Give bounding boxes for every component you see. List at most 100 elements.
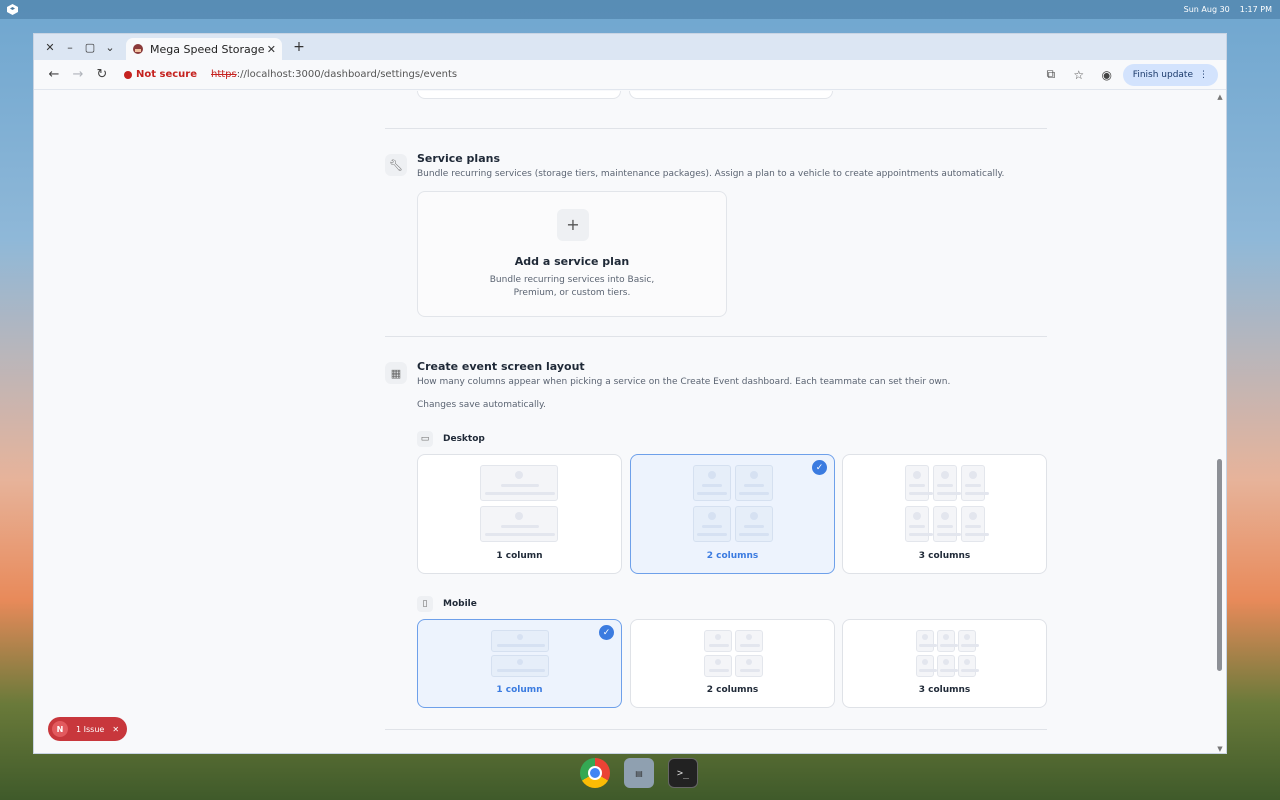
- section-divider: [385, 128, 1047, 129]
- option-label: 1 column: [496, 685, 543, 695]
- tab-title: Mega Speed Storage: [150, 42, 265, 56]
- finish-update-label: Finish update: [1132, 69, 1193, 80]
- issues-badge[interactable]: N 1 Issue ✕: [48, 717, 127, 741]
- minimize-window-icon[interactable]: –: [60, 37, 80, 57]
- add-service-plan-description: Bundle recurring services into Basic, Pr…: [418, 274, 726, 300]
- option-label: 3 columns: [918, 551, 971, 561]
- previous-card[interactable]: [629, 91, 833, 99]
- preview-card: [937, 655, 958, 677]
- taskbar-dock: ▤ >_: [580, 758, 698, 788]
- preview-card: [735, 655, 763, 677]
- scroll-down-icon[interactable]: ▼: [1216, 745, 1224, 753]
- autosave-note: Changes save automatically.: [417, 400, 546, 410]
- preview-card: [735, 465, 773, 501]
- file-manager-app-icon[interactable]: ▤: [624, 758, 654, 788]
- preview-card: [916, 630, 937, 652]
- maximize-window-icon[interactable]: ▢: [80, 37, 100, 57]
- layout-section-title: Create event screen layout: [417, 360, 585, 373]
- address-bar[interactable]: Not secure https://localhost:3000/dashbo…: [120, 63, 1041, 87]
- preview-card: [916, 655, 937, 677]
- page-viewport: 🔧︎ Service plans Bundle recurring servic…: [34, 91, 1226, 753]
- browser-window: ✕ – ▢ ⌄ Mega Speed Storage ✕ + ← → ↻ Not…: [33, 33, 1227, 754]
- close-window-icon[interactable]: ✕: [40, 37, 60, 57]
- system-date: Sun Aug 30: [1183, 5, 1230, 14]
- mobile-option-1-column[interactable]: ✓ 1 column: [417, 619, 622, 708]
- warning-icon: [124, 70, 132, 79]
- preview-card: [693, 465, 731, 501]
- desktop-option-3-columns[interactable]: 3 columns: [842, 454, 1047, 574]
- preview-card: [961, 465, 989, 501]
- option-label: 3 columns: [918, 685, 971, 695]
- checkmark-icon: ✓: [812, 460, 827, 475]
- desktop-group-label: ▭ Desktop: [417, 431, 485, 447]
- browser-toolbar: ← → ↻ Not secure https://localhost:3000/…: [34, 60, 1226, 90]
- install-app-icon[interactable]: ⧉: [1041, 65, 1061, 85]
- security-label: Not secure: [136, 69, 197, 80]
- scroll-up-icon[interactable]: ▲: [1216, 93, 1224, 101]
- add-service-plan-line: Premium, or custom tiers.: [513, 288, 631, 298]
- forward-icon[interactable]: →: [66, 63, 90, 87]
- mobile-group-label: ▯ Mobile: [417, 596, 477, 612]
- security-chip[interactable]: Not secure: [120, 69, 201, 80]
- url-path: ://localhost:3000/dashboard/settings/eve…: [236, 69, 458, 80]
- mobile-label: Mobile: [443, 599, 477, 609]
- preview-card: [937, 630, 958, 652]
- terminal-app-icon[interactable]: >_: [668, 758, 698, 788]
- previous-card[interactable]: [417, 91, 621, 99]
- preview-card: [491, 630, 549, 652]
- desktop-option-1-column[interactable]: 1 column: [417, 454, 622, 574]
- add-service-plan-title: Add a service plan: [514, 255, 630, 268]
- preview-card: [961, 506, 989, 542]
- plus-icon: +: [557, 209, 589, 241]
- wrench-icon: 🔧︎: [385, 154, 407, 176]
- kebab-menu-icon[interactable]: ⋮: [1199, 70, 1208, 80]
- browser-tab[interactable]: Mega Speed Storage ✕: [126, 38, 282, 60]
- desktop-option-2-columns[interactable]: ✓ 2 columns: [630, 454, 835, 574]
- preview-card: [704, 655, 732, 677]
- mobile-option-2-columns[interactable]: 2 columns: [630, 619, 835, 708]
- tab-strip: ✕ – ▢ ⌄ Mega Speed Storage ✕ +: [34, 34, 1226, 60]
- system-logo-icon[interactable]: [6, 3, 19, 16]
- scrollbar-thumb[interactable]: [1217, 459, 1222, 671]
- layout-section-description: How many columns appear when picking a s…: [417, 377, 951, 387]
- service-plans-description: Bundle recurring services (storage tiers…: [417, 169, 1005, 179]
- checkmark-icon: ✓: [599, 625, 614, 640]
- bookmark-star-icon[interactable]: ☆: [1069, 65, 1089, 85]
- previous-section-cards: [417, 91, 833, 99]
- preview-card: [905, 506, 933, 542]
- reload-icon[interactable]: ↻: [90, 63, 114, 87]
- preview-card: [693, 506, 731, 542]
- preview-card: [958, 655, 979, 677]
- preview-card: [933, 465, 961, 501]
- section-divider: [385, 336, 1047, 337]
- preview-card: [704, 630, 732, 652]
- preview-card: [735, 630, 763, 652]
- chrome-app-icon[interactable]: [580, 758, 610, 788]
- finish-update-button[interactable]: Finish update ⋮: [1122, 63, 1218, 86]
- section-divider: [385, 729, 1047, 730]
- new-tab-icon[interactable]: +: [288, 39, 310, 55]
- grid-icon: ▦: [385, 362, 407, 384]
- preview-card: [480, 506, 558, 542]
- site-favicon-icon: [133, 44, 143, 54]
- issues-label: 1 Issue: [76, 724, 105, 734]
- option-label: 2 columns: [706, 551, 759, 561]
- preview-card: [933, 506, 961, 542]
- service-plans-title: Service plans: [417, 152, 501, 165]
- close-tab-icon[interactable]: ✕: [267, 43, 276, 56]
- option-label: 2 columns: [706, 685, 759, 695]
- add-service-plan-card[interactable]: + Add a service plan Bundle recurring se…: [417, 191, 727, 317]
- monitor-icon: ▭: [417, 431, 433, 447]
- back-icon[interactable]: ←: [42, 63, 66, 87]
- desktop-label: Desktop: [443, 434, 485, 444]
- dismiss-issues-icon[interactable]: ✕: [112, 725, 119, 734]
- tab-list-chevron-icon[interactable]: ⌄: [100, 37, 120, 57]
- option-label: 1 column: [496, 551, 543, 561]
- page-scrollbar[interactable]: ▲ ▼: [1216, 91, 1224, 753]
- add-service-plan-line: Bundle recurring services into Basic,: [489, 275, 655, 285]
- phone-icon: ▯: [417, 596, 433, 612]
- nextjs-logo-icon: N: [52, 721, 68, 737]
- preview-card: [735, 506, 773, 542]
- mobile-option-3-columns[interactable]: 3 columns: [842, 619, 1047, 708]
- profile-icon[interactable]: ◉: [1097, 65, 1117, 85]
